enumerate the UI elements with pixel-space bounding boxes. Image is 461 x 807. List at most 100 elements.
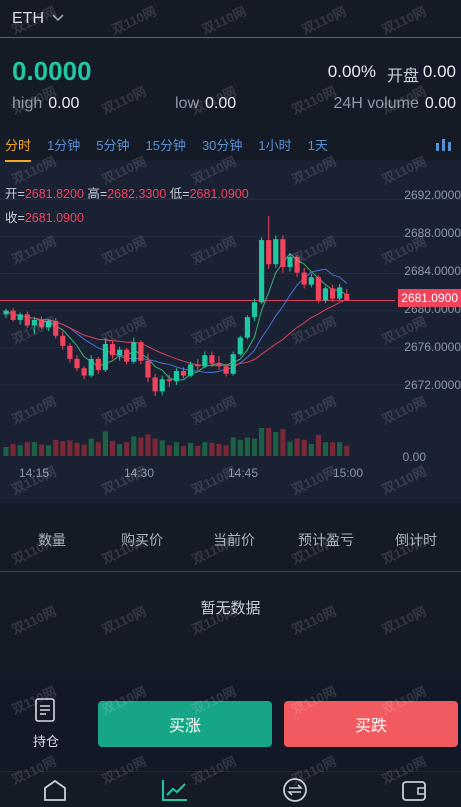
col-countdown: 倒计时 bbox=[395, 532, 437, 548]
candle-body bbox=[344, 293, 350, 301]
volume-bar bbox=[138, 437, 144, 456]
volume-bar bbox=[180, 445, 187, 456]
volume-bar bbox=[322, 442, 329, 456]
candle-body bbox=[166, 379, 172, 382]
tab-1min[interactable]: 1分钟 bbox=[47, 131, 80, 158]
candle-body bbox=[259, 240, 265, 303]
tab-15min[interactable]: 15分钟 bbox=[145, 131, 185, 158]
candle-body bbox=[188, 364, 194, 376]
bottom-nav bbox=[0, 771, 461, 803]
candle-body bbox=[3, 310, 9, 315]
volume-bar bbox=[230, 437, 236, 456]
volume-stat: 24H volume 0.00 bbox=[333, 95, 456, 113]
tab-5min[interactable]: 5分钟 bbox=[96, 131, 129, 158]
y-tick-label: 2684.0000 bbox=[404, 264, 461, 278]
document-icon bbox=[34, 698, 56, 727]
positions-label: 持仓 bbox=[33, 734, 60, 749]
y-tick-label: 2692.0000 bbox=[404, 188, 461, 202]
candle-body bbox=[244, 317, 250, 338]
candle-body bbox=[209, 355, 215, 364]
volume-bar bbox=[344, 445, 350, 456]
volume-bar bbox=[244, 437, 250, 456]
volume-value: 0.00 bbox=[424, 95, 456, 112]
tab-1day[interactable]: 1天 bbox=[308, 131, 328, 158]
candle-body bbox=[17, 314, 23, 320]
candle-body bbox=[53, 320, 59, 336]
candle-body bbox=[46, 320, 52, 328]
col-quantity: 数量 bbox=[38, 532, 66, 548]
volume-bar bbox=[315, 435, 321, 456]
volume-bar bbox=[202, 442, 208, 456]
y-tick-label: 0.00 bbox=[402, 450, 426, 464]
volume-bar bbox=[38, 444, 45, 456]
volume-bar bbox=[301, 439, 307, 456]
tab-30min[interactable]: 30分钟 bbox=[202, 131, 242, 158]
home-icon[interactable] bbox=[42, 778, 68, 807]
volume-bar bbox=[46, 445, 52, 456]
candle-body bbox=[322, 288, 329, 301]
candle-body bbox=[266, 240, 272, 265]
indicator-icon[interactable] bbox=[435, 137, 453, 156]
volume-bar bbox=[287, 441, 293, 456]
last-price: 0.0000 bbox=[12, 56, 92, 86]
timeframe-tabs: 分时 1分钟 5分钟 15分钟 30分钟 1小时 1天 bbox=[0, 128, 461, 162]
action-bar: 持仓 买涨 买跌 bbox=[0, 681, 461, 771]
volume-bar bbox=[74, 442, 80, 456]
volume-bar bbox=[280, 429, 286, 456]
tab-1hour[interactable]: 1小时 bbox=[258, 131, 291, 158]
candle-body bbox=[152, 377, 158, 392]
buy-up-button[interactable]: 买涨 bbox=[98, 701, 272, 747]
volume-bar bbox=[188, 442, 194, 456]
high-value: 0.00 bbox=[48, 95, 80, 112]
volume-bar bbox=[109, 441, 116, 456]
volume-bar bbox=[294, 438, 300, 456]
candle-body bbox=[60, 335, 66, 346]
volume-bar bbox=[145, 434, 151, 456]
volume-label: 24H volume bbox=[333, 95, 419, 112]
candle-body bbox=[202, 355, 208, 367]
wallet-icon[interactable] bbox=[401, 778, 427, 807]
col-current-price: 当前价 bbox=[213, 532, 255, 548]
tab-timeline[interactable]: 分时 bbox=[5, 131, 32, 162]
volume-bar bbox=[3, 447, 9, 456]
volume-bar bbox=[308, 444, 314, 456]
coin-selector[interactable]: ETH bbox=[0, 0, 461, 38]
low-stat: low 0.00 bbox=[175, 95, 236, 113]
volume-bar bbox=[216, 444, 222, 456]
x-tick-label: 14:45 bbox=[228, 466, 259, 480]
candle-body bbox=[180, 370, 187, 376]
market-chart-icon[interactable] bbox=[161, 778, 189, 807]
positions-header: 数量 购买价 当前价 预计盈亏 倒计时 bbox=[0, 530, 461, 556]
volume-bar bbox=[81, 444, 87, 456]
candle-body bbox=[223, 366, 229, 374]
col-est-pnl: 预计盈亏 bbox=[298, 532, 354, 548]
exchange-icon[interactable] bbox=[282, 778, 308, 807]
open-value: 0.00 bbox=[422, 62, 456, 81]
x-tick-label: 14:30 bbox=[124, 466, 155, 480]
ticker-panel: 0.0000 0.00% 开盘 0.00 high 0.00 low 0.00 24… bbox=[0, 38, 461, 126]
candlestick-chart[interactable] bbox=[0, 160, 461, 503]
volume-bar bbox=[152, 438, 158, 456]
candle-body bbox=[294, 256, 300, 273]
volume-bar bbox=[88, 438, 94, 456]
x-tick-label: 15:00 bbox=[333, 466, 364, 480]
candle-body bbox=[38, 319, 45, 328]
y-tick-label: 2672.0000 bbox=[404, 378, 461, 392]
coin-name: ETH bbox=[12, 9, 44, 27]
candle-body bbox=[287, 256, 293, 268]
volume-bar bbox=[31, 442, 37, 456]
volume-bar bbox=[124, 442, 130, 456]
y-tick-label: 2688.0000 bbox=[404, 226, 461, 240]
candle-body bbox=[315, 277, 321, 301]
candle-body bbox=[195, 364, 201, 367]
candle-body bbox=[95, 358, 101, 371]
candle-body bbox=[159, 379, 165, 392]
x-tick-label: 14:15 bbox=[19, 466, 50, 480]
volume-bar bbox=[251, 438, 258, 456]
volume-bar bbox=[95, 442, 101, 456]
volume-bar bbox=[159, 440, 165, 456]
candle-body bbox=[31, 319, 37, 326]
buy-down-button[interactable]: 买跌 bbox=[284, 701, 458, 747]
volume-bar bbox=[166, 445, 172, 456]
volume-bar bbox=[67, 440, 73, 456]
